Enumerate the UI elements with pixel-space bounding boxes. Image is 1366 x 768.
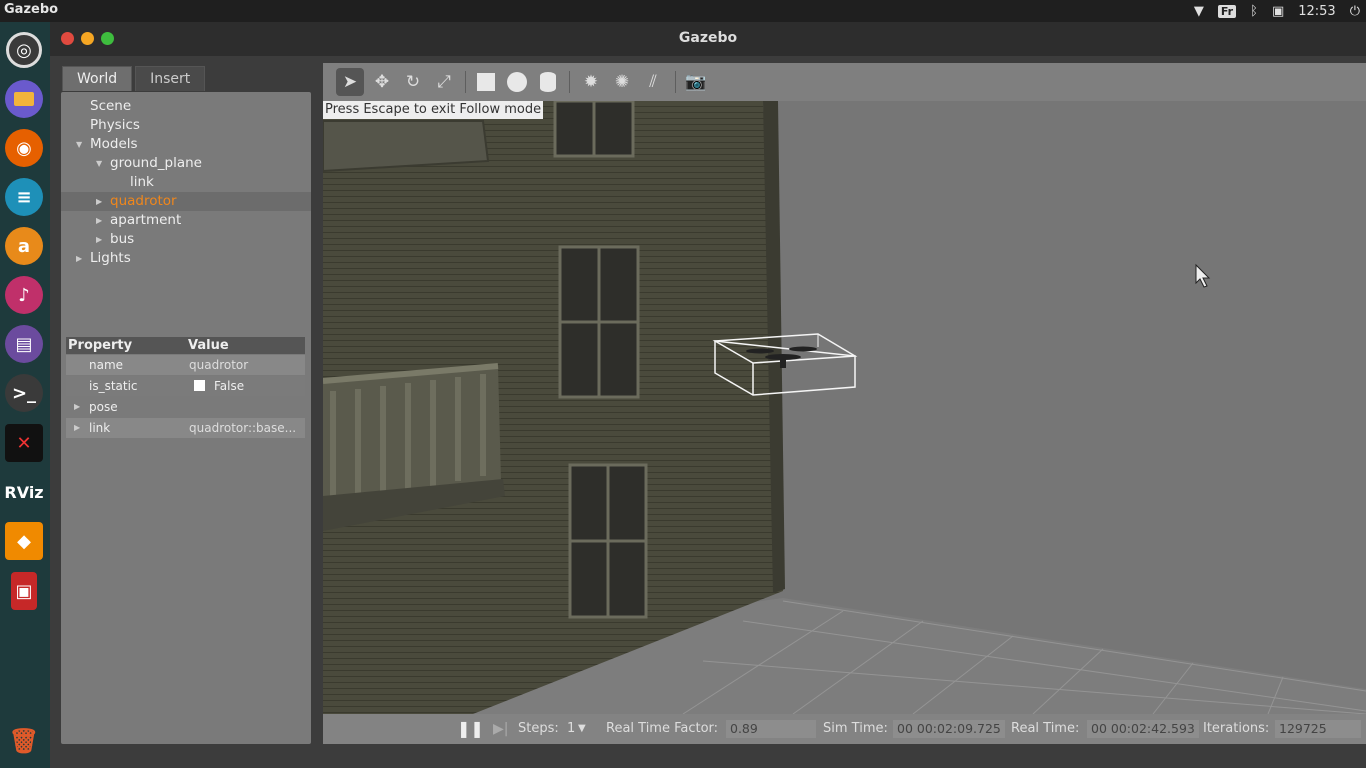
point-light-icon[interactable]: ✺ bbox=[610, 70, 634, 94]
camera-screenshot-icon[interactable]: 📷 bbox=[684, 70, 708, 94]
follow-mode-hint: Press Escape to exit Follow mode bbox=[323, 101, 544, 119]
real-time-factor-label: Real Time Factor: bbox=[606, 721, 719, 736]
column-header-property: Property bbox=[68, 338, 133, 353]
iterations-value: 129725 bbox=[1275, 720, 1361, 738]
active-app-name: Gazebo bbox=[4, 2, 59, 17]
sphere-shape-icon[interactable] bbox=[505, 70, 529, 94]
firefox-icon[interactable]: ◉ bbox=[5, 129, 43, 167]
box-shape-icon[interactable] bbox=[474, 70, 498, 94]
collapse-arrow-icon[interactable]: ▶ bbox=[96, 211, 102, 230]
property-row-is-static[interactable]: is_static False bbox=[66, 376, 305, 396]
tree-item-scene[interactable]: Scene bbox=[61, 97, 311, 116]
music-icon[interactable]: ♪ bbox=[5, 276, 43, 314]
bluetooth-icon[interactable]: ᛒ bbox=[1250, 4, 1258, 19]
property-row-name[interactable]: name quadrotor bbox=[66, 355, 305, 375]
select-arrow-icon[interactable]: ➤ bbox=[336, 68, 364, 96]
column-header-value: Value bbox=[188, 338, 229, 353]
toolbar-separator bbox=[569, 71, 570, 93]
scene-toolbar: ➤ ✥ ↻ ⤢ ✹ ✺ ⫽ 📷 bbox=[323, 63, 1366, 101]
ubuntu-launcher: ◎ ◉ ≡ a ♪ ▤ >_ ✕ RViz ◆ ▣ 🗑 bbox=[0, 22, 50, 768]
sim-time-value: 00 00:02:09.725 bbox=[893, 720, 1005, 738]
property-row-pose[interactable]: ▶ pose bbox=[66, 397, 305, 417]
tab-world[interactable]: World bbox=[62, 66, 133, 91]
cylinder-shape-icon[interactable] bbox=[536, 70, 560, 94]
steps-value[interactable]: 1 bbox=[567, 714, 575, 744]
x-app-icon[interactable]: ✕ bbox=[5, 424, 43, 462]
collapse-arrow-icon[interactable]: ▶ bbox=[96, 192, 102, 211]
scene-render bbox=[323, 101, 1366, 714]
property-table-header: Property Value bbox=[66, 337, 305, 354]
collapse-arrow-icon[interactable]: ▶ bbox=[76, 249, 82, 268]
world-tree: Scene Physics ▼ Models ▼ ground_plane link… bbox=[61, 97, 311, 268]
software-center-icon[interactable]: a bbox=[5, 227, 43, 265]
sun-light-icon[interactable]: ✹ bbox=[579, 70, 603, 94]
gazebo-icon[interactable]: ◆ bbox=[5, 522, 43, 560]
collapse-arrow-icon[interactable]: ▶ bbox=[96, 230, 102, 249]
rviz-icon[interactable]: RViz bbox=[4, 473, 43, 511]
trash-icon[interactable]: 🗑 bbox=[5, 722, 43, 760]
expand-arrow-icon[interactable]: ▼ bbox=[76, 135, 82, 154]
tree-item-models[interactable]: ▼ Models bbox=[61, 135, 311, 154]
pdf-icon[interactable]: ▣ bbox=[11, 572, 37, 610]
collapse-arrow-icon[interactable]: ▶ bbox=[74, 418, 80, 438]
gazebo-window: Gazebo World Insert Scene Physics ▼ Model… bbox=[50, 22, 1366, 768]
iterations-label: Iterations: bbox=[1203, 721, 1270, 736]
tree-item-ground-plane[interactable]: ▼ ground_plane bbox=[61, 154, 311, 173]
tree-item-physics[interactable]: Physics bbox=[61, 116, 311, 135]
translate-icon[interactable]: ✥ bbox=[370, 70, 394, 94]
world-panel: Scene Physics ▼ Models ▼ ground_plane link… bbox=[61, 92, 311, 744]
writer-icon[interactable]: ≡ bbox=[5, 178, 43, 216]
tree-item-bus[interactable]: ▶ bus bbox=[61, 230, 311, 249]
keyboard-layout-indicator[interactable]: Fr bbox=[1217, 4, 1237, 18]
tree-item-lights[interactable]: ▶ Lights bbox=[61, 249, 311, 268]
text-editor-icon[interactable]: ▤ bbox=[5, 325, 43, 363]
rotate-icon[interactable]: ↻ bbox=[401, 70, 425, 94]
property-table: Property Value name quadrotor is_static … bbox=[66, 337, 305, 438]
is-static-checkbox[interactable] bbox=[194, 380, 205, 391]
toolbar-separator bbox=[465, 71, 466, 93]
simulation-status-bar: ❚❚ ▶| Steps: 1 ▼ Real Time Factor: 0.89 … bbox=[323, 714, 1366, 744]
steps-label: Steps: bbox=[518, 721, 559, 736]
steps-dropdown-icon[interactable]: ▼ bbox=[578, 714, 586, 744]
ubuntu-dash-icon[interactable]: ◎ bbox=[6, 32, 42, 68]
expand-arrow-icon[interactable]: ▼ bbox=[96, 154, 102, 173]
power-icon[interactable]: ⏻ bbox=[1350, 4, 1360, 19]
tree-item-link[interactable]: link bbox=[61, 173, 311, 192]
main-viewport: ➤ ✥ ↻ ⤢ ✹ ✺ ⫽ 📷 Press Escape to exit Fol… bbox=[323, 63, 1366, 744]
system-top-bar: Gazebo ▼ Fr ᛒ ▣ 12:53 ⏻ bbox=[0, 0, 1366, 22]
files-icon[interactable] bbox=[5, 80, 43, 118]
step-forward-icon[interactable]: ▶| bbox=[493, 714, 508, 744]
left-panel-tabs: World Insert bbox=[62, 66, 206, 91]
battery-icon[interactable]: ▣ bbox=[1272, 4, 1284, 19]
terminal-icon[interactable]: >_ bbox=[5, 374, 43, 412]
wifi-icon[interactable]: ▼ bbox=[1194, 4, 1204, 19]
pause-icon[interactable]: ❚❚ bbox=[457, 714, 484, 744]
system-tray: ▼ Fr ᛒ ▣ 12:53 ⏻ bbox=[1194, 0, 1360, 22]
property-row-link[interactable]: ▶ link quadrotor::base... bbox=[66, 418, 305, 438]
window-title: Gazebo bbox=[678, 30, 738, 46]
tree-item-quadrotor[interactable]: ▶ quadrotor bbox=[61, 192, 311, 211]
spot-light-icon[interactable]: ⫽ bbox=[641, 70, 665, 94]
collapse-arrow-icon[interactable]: ▶ bbox=[74, 397, 80, 417]
toolbar-separator bbox=[675, 71, 676, 93]
real-time-factor-value: 0.89 bbox=[726, 720, 816, 738]
sim-time-label: Sim Time: bbox=[823, 721, 888, 736]
real-time-label: Real Time: bbox=[1011, 721, 1080, 736]
real-time-value: 00 00:02:42.593 bbox=[1087, 720, 1199, 738]
scale-icon[interactable]: ⤢ bbox=[432, 70, 456, 94]
clock[interactable]: 12:53 bbox=[1298, 4, 1335, 19]
3d-scene-view[interactable]: Press Escape to exit Follow mode bbox=[323, 101, 1366, 714]
tab-insert[interactable]: Insert bbox=[135, 66, 206, 91]
tree-item-apartment[interactable]: ▶ apartment bbox=[61, 211, 311, 230]
window-titlebar: Gazebo bbox=[50, 22, 1366, 56]
